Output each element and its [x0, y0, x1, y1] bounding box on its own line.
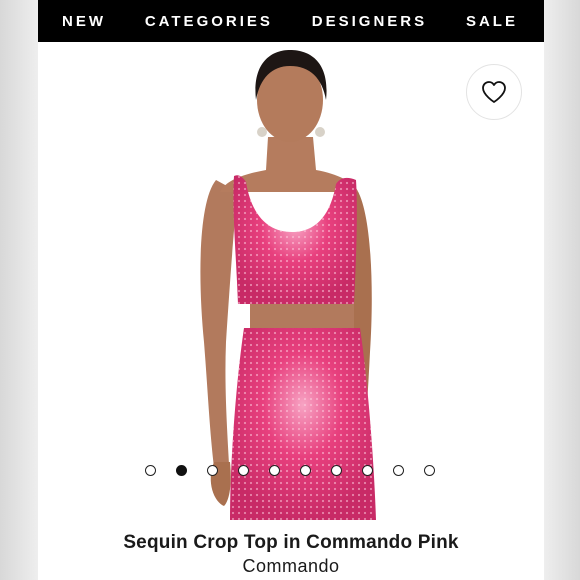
carousel-dot[interactable]	[362, 465, 373, 476]
product-title[interactable]: Sequin Crop Top in Commando Pink	[38, 532, 544, 554]
top-navigation: NEW CATEGORIES DESIGNERS SALE	[38, 0, 544, 42]
carousel-dot[interactable]	[424, 465, 435, 476]
earring-left	[257, 127, 267, 137]
earring-right	[315, 127, 325, 137]
product-image[interactable]	[38, 42, 544, 520]
left-backdrop	[0, 0, 38, 580]
nav-item-new[interactable]: NEW	[62, 13, 106, 30]
heart-outline-icon	[482, 81, 506, 103]
product-page: NEW CATEGORIES DESIGNERS SALE Sequin Cro…	[38, 0, 544, 580]
nav-item-designers[interactable]: DESIGNERS	[312, 13, 427, 30]
nav-item-sale[interactable]: SALE	[466, 13, 518, 30]
carousel-dot[interactable]	[238, 465, 249, 476]
carousel-dot[interactable]	[145, 465, 156, 476]
carousel-dot[interactable]	[300, 465, 311, 476]
model-left-arm	[200, 180, 238, 482]
carousel-dot[interactable]	[207, 465, 218, 476]
carousel-dot[interactable]	[176, 465, 187, 476]
nav-item-categories[interactable]: CATEGORIES	[145, 13, 273, 30]
carousel-dot[interactable]	[269, 465, 280, 476]
carousel-dot[interactable]	[393, 465, 404, 476]
carousel-dot[interactable]	[331, 465, 342, 476]
product-brand[interactable]: Commando	[38, 556, 544, 577]
wishlist-button[interactable]	[466, 64, 522, 120]
model-midriff	[250, 304, 354, 332]
right-backdrop	[544, 0, 580, 580]
image-carousel-dots	[38, 464, 544, 478]
